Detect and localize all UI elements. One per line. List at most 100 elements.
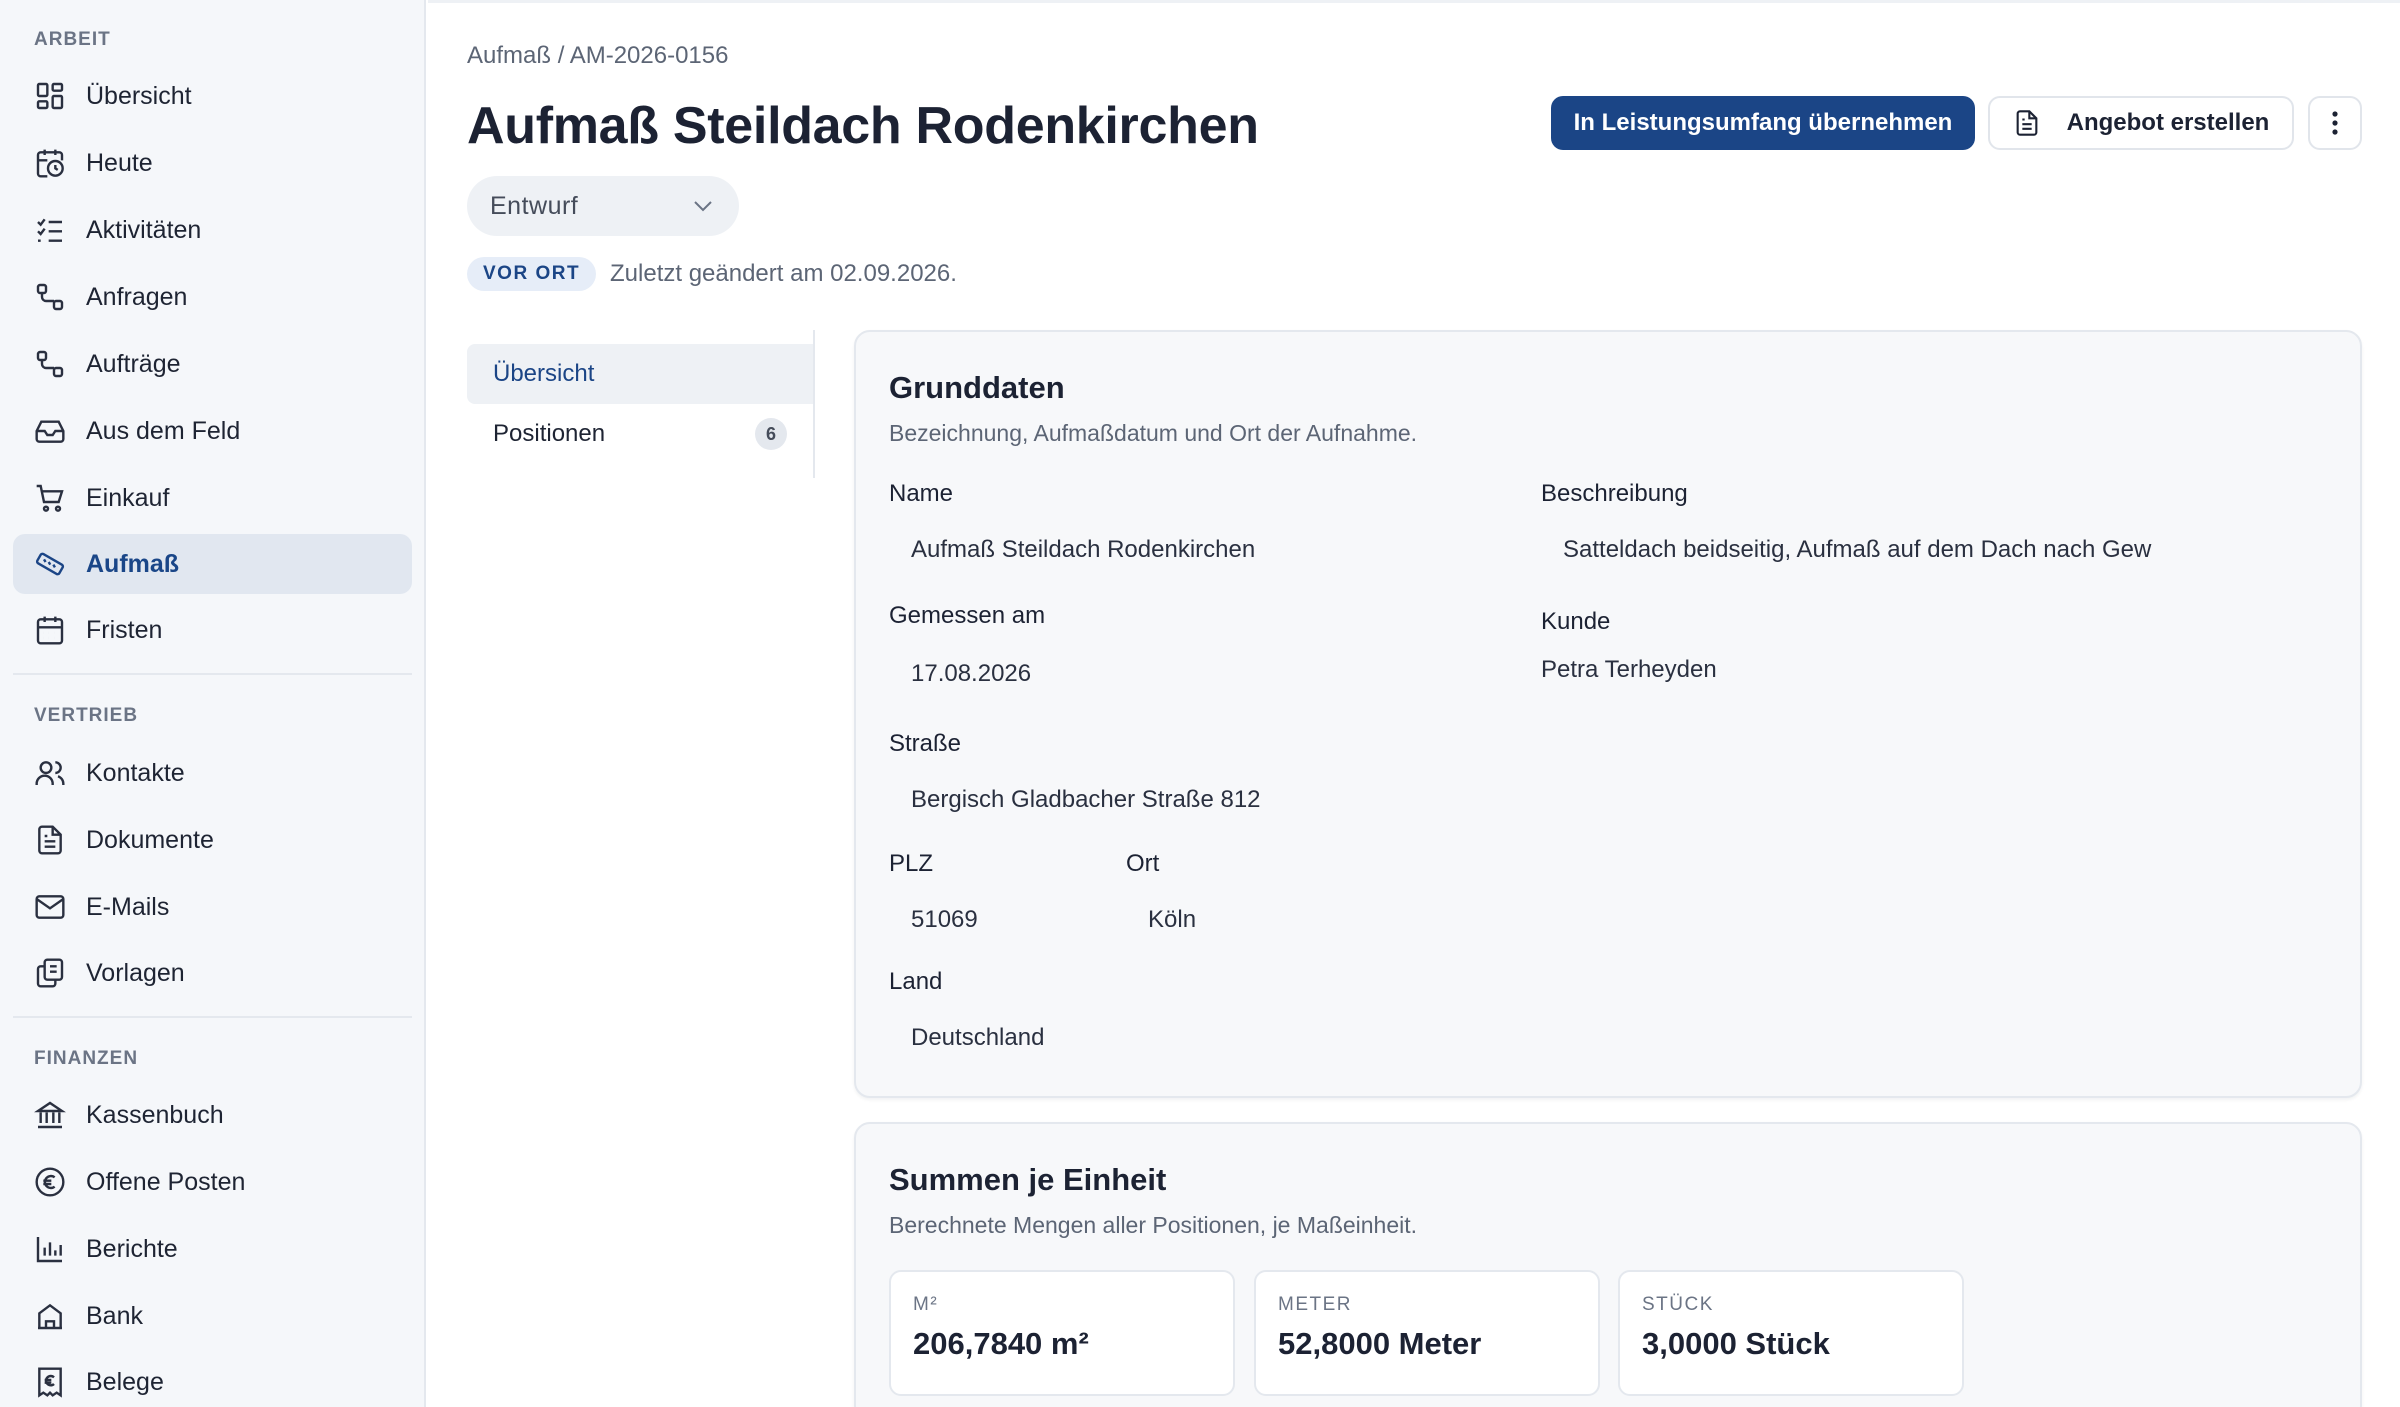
sidebar-item-label: Aktivitäten [86, 215, 202, 244]
sidebar-item-offene-posten[interactable]: Offene Posten [13, 1152, 412, 1212]
document-icon [34, 824, 66, 856]
sidebar-item-label: E-Mails [86, 892, 170, 921]
stat-value: 3,0000 Stück [1642, 1326, 1830, 1361]
sidebar-item-label: Aufmaß [86, 549, 180, 578]
summen-card: Summen je Einheit Berechnete Mengen alle… [854, 1122, 2362, 1407]
more-actions-button[interactable] [2308, 96, 2362, 150]
bank-building-icon [34, 1300, 66, 1332]
document-icon [2016, 110, 2038, 136]
dashboard-icon [34, 80, 66, 112]
sidebar-item-label: Einkauf [86, 483, 170, 512]
sidebar-item-label: Belege [86, 1367, 164, 1396]
sidebar-item-label: Fristen [86, 615, 163, 644]
sidebar-item-bank[interactable]: Bank [13, 1286, 412, 1346]
plz-field[interactable]: 51069 [911, 906, 1091, 934]
route-icon [34, 281, 66, 313]
sidebar-item-label: Aus dem Feld [86, 416, 241, 445]
stat-card-meter: METER 52,8000 Meter [1254, 1270, 1600, 1396]
calendar-clock-icon [34, 147, 66, 179]
stat-label: M² [913, 1294, 939, 1315]
stat-value: 52,8000 Meter [1278, 1326, 1482, 1361]
sidebar-item-vorlagen[interactable]: Vorlagen [13, 943, 412, 1003]
sidebar-item-heute[interactable]: Heute [13, 133, 412, 193]
sidebar-item-fristen[interactable]: Fristen [13, 600, 412, 660]
card-title: Grunddaten [889, 370, 1065, 405]
section-label-arbeit: ARBEIT [34, 29, 111, 50]
uebernehmen-button[interactable]: In Leistungsumfang übernehmen [1551, 96, 1975, 150]
status-value: Entwurf [490, 191, 579, 220]
status-badge: VOR ORT [467, 257, 597, 291]
sidebar-item-label: Aufträge [86, 349, 181, 378]
angebot-erstellen-label: Angebot erstellen [2066, 109, 2270, 136]
angebot-erstellen-button[interactable]: Angebot erstellen [1988, 96, 2294, 150]
copy-icon [34, 957, 66, 989]
tab-positionen[interactable]: Positionen 6 [467, 404, 813, 464]
beschreibung-label: Beschreibung [1541, 480, 1688, 507]
stat-label: METER [1278, 1294, 1352, 1315]
sidebar-divider [13, 673, 412, 675]
tab-uebersicht[interactable]: Übersicht [467, 344, 813, 404]
sidebar-item-kontakte[interactable]: Kontakte [13, 743, 412, 803]
strasse-field[interactable]: Bergisch Gladbacher Straße 812 [911, 786, 1471, 814]
checklist-icon [34, 214, 66, 246]
kunde-value[interactable]: Petra Terheyden [1541, 656, 2041, 684]
card-subtitle: Bezeichnung, Aufmaßdatum und Ort der Auf… [889, 420, 1418, 446]
sidebar-item-label: Dokumente [86, 825, 214, 854]
inbox-icon [34, 415, 66, 447]
detail-tabs: Übersicht Positionen 6 [467, 330, 815, 478]
euro-circle-icon [34, 1166, 66, 1198]
status-select[interactable]: Entwurf [467, 176, 739, 236]
sidebar-item-einkauf[interactable]: Einkauf [13, 468, 412, 528]
ort-field[interactable]: Köln [1148, 906, 1448, 934]
sidebar-item-dokumente[interactable]: Dokumente [13, 810, 412, 870]
name-label: Name [889, 480, 954, 507]
stat-value: 206,7840 m² [913, 1326, 1089, 1361]
sidebar-item-kassenbuch[interactable]: Kassenbuch [13, 1085, 412, 1145]
page-title: Aufmaß Steildach Rodenkirchen [467, 97, 1259, 155]
ruler-icon [34, 548, 66, 580]
sidebar-item-label: Kontakte [86, 758, 185, 787]
sidebar-divider [13, 1016, 412, 1018]
sidebar-item-uebersicht[interactable]: Übersicht [13, 66, 412, 126]
card-title: Summen je Einheit [889, 1162, 1167, 1197]
kunde-label: Kunde [1541, 608, 1611, 635]
sidebar: ARBEIT Übersicht Heute Aktivitäten Anfra… [0, 0, 426, 1407]
sidebar-item-aus-dem-feld[interactable]: Aus dem Feld [13, 401, 412, 461]
positionen-count-badge: 6 [755, 418, 787, 450]
main-content: Aufmaß / AM-2026-0156 Aufmaß Steildach R… [428, 0, 2400, 1407]
sidebar-item-label: Offene Posten [86, 1167, 246, 1196]
calendar-icon [34, 614, 66, 646]
section-label-finanzen: FINANZEN [34, 1048, 139, 1069]
stat-card-stueck: STÜCK 3,0000 Stück [1618, 1270, 1964, 1396]
sidebar-item-aufmass[interactable]: Aufmaß [13, 534, 412, 594]
users-icon [34, 757, 66, 789]
sidebar-item-anfragen[interactable]: Anfragen [13, 267, 412, 327]
gemessen-am-field[interactable]: 17.08.2026 [911, 660, 1311, 688]
chevron-down-icon [694, 201, 712, 212]
sidebar-item-label: Kassenbuch [86, 1100, 224, 1129]
stat-card-m2: M² 206,7840 m² [889, 1270, 1235, 1396]
last-changed-text: Zuletzt geändert am 02.09.2026. [610, 260, 957, 287]
gemessen-label: Gemessen am [889, 602, 1046, 629]
land-field[interactable]: Deutschland [911, 1024, 1311, 1052]
stat-label: STÜCK [1642, 1294, 1714, 1315]
beschreibung-field[interactable]: Satteldach beidseitig, Aufmaß auf dem Da… [1563, 536, 2152, 564]
route-icon [34, 348, 66, 380]
tab-label: Übersicht [493, 360, 595, 387]
sidebar-item-label: Berichte [86, 1234, 178, 1263]
sidebar-item-berichte[interactable]: Berichte [13, 1219, 412, 1279]
sidebar-item-label: Heute [86, 148, 153, 177]
more-vertical-icon [2332, 111, 2338, 135]
plz-label: PLZ [889, 850, 934, 877]
sidebar-item-label: Vorlagen [86, 958, 185, 987]
sidebar-item-emails[interactable]: E-Mails [13, 877, 412, 937]
bank-icon [34, 1099, 66, 1131]
sidebar-item-belege[interactable]: Belege [13, 1352, 412, 1407]
breadcrumb[interactable]: Aufmaß / AM-2026-0156 [467, 42, 728, 70]
bar-chart-icon [34, 1233, 66, 1265]
sidebar-item-auftraege[interactable]: Aufträge [13, 334, 412, 394]
name-field[interactable]: Aufmaß Steildach Rodenkirchen [911, 536, 1471, 564]
top-border [428, 0, 2400, 3]
section-label-vertrieb: VERTRIEB [34, 705, 139, 726]
sidebar-item-aktivitaeten[interactable]: Aktivitäten [13, 200, 412, 260]
